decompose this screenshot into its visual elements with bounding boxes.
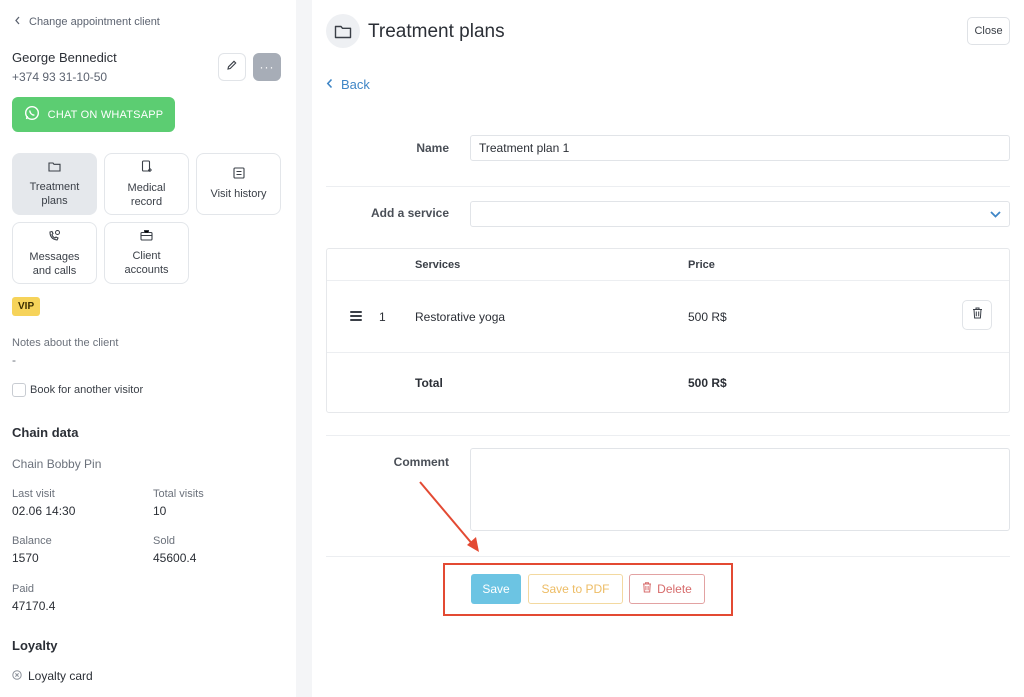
tile-label: Client accounts xyxy=(124,250,169,276)
tile-label: Medical record xyxy=(127,181,166,208)
paid-label: Paid xyxy=(12,583,35,595)
tile-client-accounts[interactable]: Client accounts xyxy=(104,222,189,284)
loyalty-title: Loyalty xyxy=(12,638,58,653)
drag-handle-icon[interactable] xyxy=(350,311,362,321)
last-visit-value: 02.06 14:30 xyxy=(12,504,76,518)
balance-value: 1570 xyxy=(12,551,39,565)
row-separator xyxy=(327,280,1009,281)
delete-label: Delete xyxy=(657,582,692,596)
change-client-label: Change appointment client xyxy=(29,16,160,28)
tile-messages-calls[interactable]: Messages and calls xyxy=(12,222,97,284)
service-name: Restorative yoga xyxy=(415,310,506,324)
total-visits-value: 10 xyxy=(153,504,167,518)
add-service-select[interactable] xyxy=(470,201,1010,227)
comment-label: Comment xyxy=(393,455,449,469)
last-visit-label: Last visit xyxy=(12,488,55,500)
whatsapp-label: CHAT ON WHATSAPP xyxy=(47,108,164,121)
circle-x-icon xyxy=(12,669,22,683)
remove-service-button[interactable] xyxy=(962,300,992,330)
tile-visit-history[interactable]: Visit history xyxy=(196,153,281,215)
total-value: 500 R$ xyxy=(688,376,727,390)
comment-textarea[interactable] xyxy=(470,448,1010,531)
folder-icon xyxy=(326,14,360,48)
paid-value: 47170.4 xyxy=(12,599,56,613)
edit-client-button[interactable] xyxy=(218,53,246,81)
annotation-arrow xyxy=(419,481,479,552)
delete-button[interactable]: Delete xyxy=(629,574,705,604)
page-title: Treatment plans xyxy=(368,21,505,42)
whatsapp-chat-button[interactable]: CHAT ON WHATSAPP xyxy=(12,97,175,132)
trash-icon xyxy=(972,306,983,324)
balance-label: Balance xyxy=(12,535,52,547)
services-table: Services Price 1 Restorative yoga 500 R$… xyxy=(326,248,1010,413)
phone-chat-icon xyxy=(48,229,61,246)
save-to-pdf-button[interactable]: Save to PDF xyxy=(528,574,623,604)
trash-icon xyxy=(642,582,652,596)
loyalty-card-item: Loyalty card xyxy=(12,669,93,683)
name-label: Name xyxy=(416,141,449,155)
notes-value: - xyxy=(12,353,16,367)
more-icon: ··· xyxy=(259,60,275,74)
folder-icon xyxy=(48,161,61,176)
tile-label: Treatment plans xyxy=(29,180,80,207)
row-index: 1 xyxy=(379,310,386,324)
whatsapp-icon xyxy=(24,105,40,124)
plan-name-input[interactable]: Treatment plan 1 xyxy=(470,135,1010,161)
row-separator xyxy=(327,352,1009,353)
total-visits-label: Total visits xyxy=(153,488,204,500)
more-options-button[interactable]: ··· xyxy=(253,53,281,81)
services-header: Services xyxy=(415,259,461,271)
service-price: 500 R$ xyxy=(688,310,727,324)
change-client-link[interactable]: Change appointment client xyxy=(14,16,160,28)
treatment-plan-panel: Treatment plans Close Back Name Treatmen… xyxy=(312,0,1024,697)
sold-value: 45600.4 xyxy=(153,551,197,565)
tile-medical-record[interactable]: Medical record xyxy=(104,153,189,215)
vip-badge: VIP xyxy=(12,297,41,316)
client-name: George Bennedict xyxy=(12,50,117,65)
divider xyxy=(326,186,1010,187)
book-another-checkbox[interactable] xyxy=(12,383,26,397)
briefcase-icon xyxy=(140,229,153,245)
save-button[interactable]: Save xyxy=(471,574,521,604)
book-another-label[interactable]: Book for another visitor xyxy=(30,384,143,396)
chevron-left-icon xyxy=(14,16,21,28)
tile-treatment-plans[interactable]: Treatment plans xyxy=(12,153,97,215)
chevron-down-icon xyxy=(990,205,1001,223)
medical-record-icon xyxy=(141,159,153,177)
chevron-left-icon xyxy=(326,77,333,92)
notes-label: Notes about the client xyxy=(12,337,119,349)
tile-label: Visit history xyxy=(210,188,267,200)
divider xyxy=(326,435,1010,436)
client-sidebar: Change appointment client George Bennedi… xyxy=(0,0,296,697)
add-service-label: Add a service xyxy=(370,206,449,220)
list-icon xyxy=(232,167,245,183)
tile-label: Messages and calls xyxy=(29,250,80,277)
client-phone: +374 93 31-10-50 xyxy=(12,70,108,84)
back-label: Back xyxy=(341,77,370,92)
loyalty-card-label: Loyalty card xyxy=(28,669,93,683)
total-label: Total xyxy=(415,376,443,390)
price-header: Price xyxy=(688,259,715,271)
chain-data-title: Chain data xyxy=(12,425,79,440)
close-button[interactable]: Close xyxy=(967,17,1010,45)
back-link[interactable]: Back xyxy=(326,77,370,92)
chain-name: Chain Bobby Pin xyxy=(12,457,102,471)
pencil-icon xyxy=(226,58,238,76)
sold-label: Sold xyxy=(153,535,176,547)
